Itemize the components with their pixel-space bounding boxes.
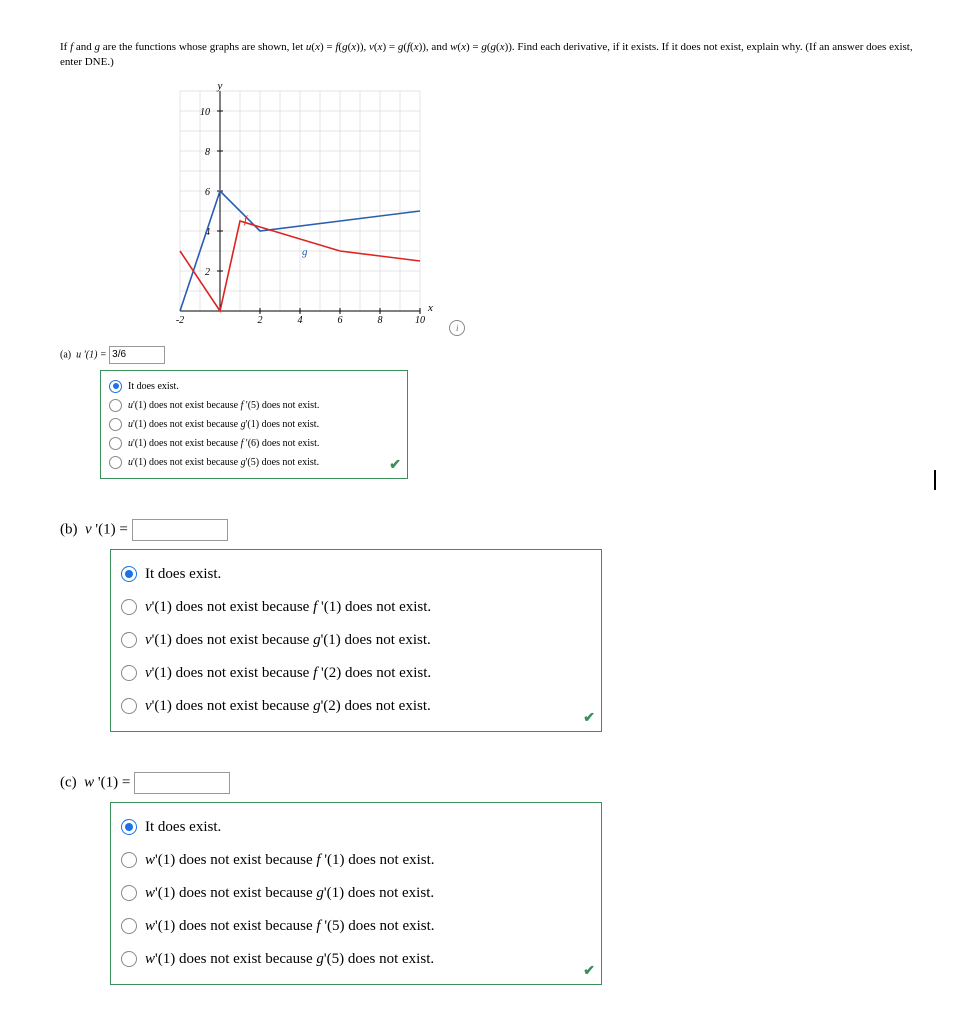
info-icon[interactable]: i <box>449 320 465 336</box>
svg-text:8: 8 <box>378 315 383 326</box>
part-a-choices: It does exist. u'(1) does not exist beca… <box>100 370 408 479</box>
choice[interactable]: w'(1) does not exist because f '(1) does… <box>121 844 591 877</box>
radio-icon <box>109 437 122 450</box>
part-b-input[interactable] <box>132 519 228 541</box>
choice[interactable]: v'(1) does not exist because g'(2) does … <box>121 690 591 723</box>
check-icon: ✔ <box>583 710 595 727</box>
choice[interactable]: u'(1) does not exist because g'(1) does … <box>109 415 399 434</box>
radio-icon <box>121 918 137 934</box>
choice[interactable]: u'(1) does not exist because f '(6) does… <box>109 434 399 453</box>
svg-text:6: 6 <box>338 315 343 326</box>
graph: -2 2 4 6 8 10 2 4 6 8 10 x y <box>120 81 916 336</box>
radio-icon <box>121 951 137 967</box>
part-c-prompt: (c) w '(1) = <box>60 772 916 794</box>
part-b-prompt: (b) v '(1) = <box>60 519 916 541</box>
part-a-prompt: (a) u '(1) = <box>60 346 916 364</box>
radio-icon <box>121 632 137 648</box>
choice[interactable]: u'(1) does not exist because f '(5) does… <box>109 396 399 415</box>
text-cursor <box>934 470 936 490</box>
svg-text:x: x <box>427 302 433 314</box>
part-c-input[interactable] <box>134 772 230 794</box>
svg-text:10: 10 <box>415 315 425 326</box>
svg-text:6: 6 <box>205 187 210 198</box>
choice[interactable]: w'(1) does not exist because f '(5) does… <box>121 910 591 943</box>
choice[interactable]: It does exist. <box>121 811 591 844</box>
choice[interactable]: It does exist. <box>109 377 399 396</box>
svg-text:g: g <box>302 246 308 258</box>
check-icon: ✔ <box>583 963 595 980</box>
radio-icon <box>121 566 137 582</box>
svg-text:2: 2 <box>205 267 210 278</box>
choice[interactable]: v'(1) does not exist because g'(1) does … <box>121 624 591 657</box>
radio-icon <box>109 380 122 393</box>
radio-icon <box>121 885 137 901</box>
radio-icon <box>121 599 137 615</box>
part-a-input[interactable] <box>109 346 165 364</box>
choice[interactable]: w'(1) does not exist because g'(5) does … <box>121 943 591 976</box>
radio-icon <box>109 399 122 412</box>
svg-text:-2: -2 <box>176 315 184 326</box>
radio-icon <box>109 418 122 431</box>
choice[interactable]: u'(1) does not exist because g'(5) does … <box>109 453 399 472</box>
choice[interactable]: It does exist. <box>121 558 591 591</box>
svg-text:8: 8 <box>205 147 210 158</box>
choice[interactable]: w'(1) does not exist because g'(1) does … <box>121 877 591 910</box>
question-text: If f and g are the functions whose graph… <box>60 40 916 71</box>
radio-icon <box>121 819 137 835</box>
radio-icon <box>121 665 137 681</box>
radio-icon <box>121 698 137 714</box>
radio-icon <box>121 852 137 868</box>
svg-text:y: y <box>217 81 223 92</box>
svg-text:10: 10 <box>200 107 210 118</box>
part-b-choices: It does exist. v'(1) does not exist beca… <box>110 549 602 732</box>
part-c-choices: It does exist. w'(1) does not exist beca… <box>110 802 602 985</box>
radio-icon <box>109 456 122 469</box>
choice[interactable]: v'(1) does not exist because f '(1) does… <box>121 591 591 624</box>
check-icon: ✔ <box>389 457 401 474</box>
svg-text:4: 4 <box>298 315 303 326</box>
choice[interactable]: v'(1) does not exist because f '(2) does… <box>121 657 591 690</box>
svg-text:2: 2 <box>258 315 263 326</box>
